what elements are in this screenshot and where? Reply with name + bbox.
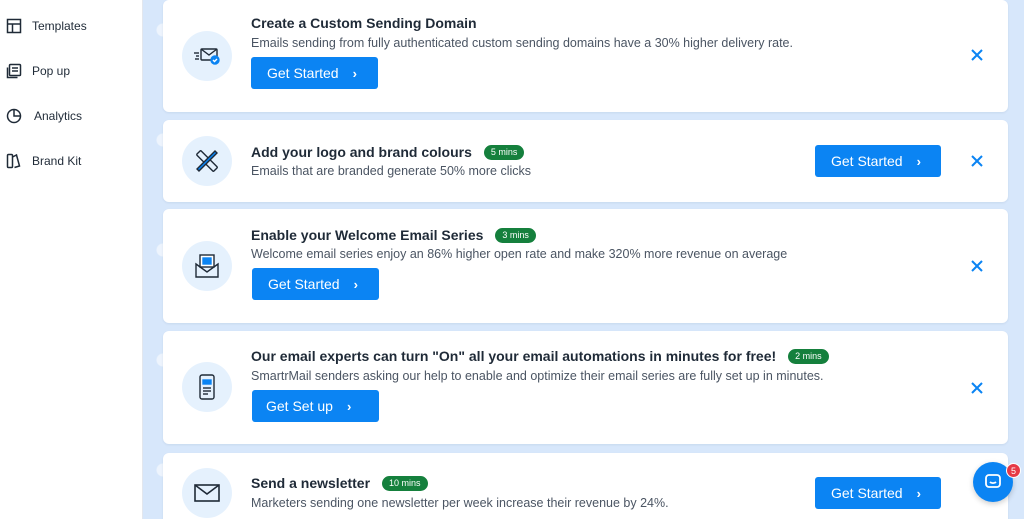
card-title: Create a Custom Sending Domain [251,15,477,31]
get-set-up-button[interactable]: Get Set up › [252,390,379,422]
sidebar-item-label: Templates [32,19,87,33]
card-description: SmartrMail senders asking our help to en… [251,369,824,383]
layout-icon [6,18,22,34]
card-newsletter: Send a newsletter 10 mins Marketers send… [163,453,1008,519]
popup-icon [6,63,22,79]
card-title-row: Send a newsletter 10 mins [251,475,428,491]
design-tools-icon [182,136,232,186]
get-started-button[interactable]: Get Started › [252,268,379,300]
card-title-row: Add your logo and brand colours 5 mins [251,144,525,160]
chevron-right-icon: › [353,276,358,292]
card-title-row: Enable your Welcome Email Series 3 mins [251,227,536,243]
card-brand-colours: Add your logo and brand colours 5 mins E… [163,120,1008,202]
document-icon [182,362,232,412]
button-label: Get Started [831,153,903,169]
chat-icon [983,472,1003,492]
card-description: Emails that are branded generate 50% mor… [251,164,532,178]
close-icon[interactable] [970,48,984,62]
sidebar-item-label: Brand Kit [32,154,82,168]
button-label: Get Started [831,485,903,501]
sidebar-item-analytics[interactable]: Analytics [6,106,82,126]
sidebar: Templates Pop up Analytics Brand Kit [0,0,143,519]
envelope-icon [182,468,232,518]
card-description: Marketers sending one newsletter per wee… [251,496,669,510]
button-label: Get Started [267,65,339,81]
close-icon[interactable] [970,259,984,273]
pie-chart-icon [6,108,22,124]
main-content: Create a Custom Sending Domain Emails se… [143,0,1024,519]
time-badge: 2 mins [788,348,829,364]
sidebar-item-templates[interactable]: Templates [6,16,87,36]
time-badge: 3 mins [495,227,536,243]
card-title: Our email experts can turn "On" all your… [251,348,777,364]
card-custom-domain: Create a Custom Sending Domain Emails se… [163,0,1008,112]
card-title: Add your logo and brand colours [251,144,472,160]
brand-kit-icon [6,153,22,169]
send-mail-icon [182,31,232,81]
sidebar-item-pop-up[interactable]: Pop up [6,61,70,81]
chevron-right-icon: › [916,153,921,169]
card-title: Enable your Welcome Email Series [251,227,484,243]
card-title: Send a newsletter [251,475,371,491]
card-description: Welcome email series enjoy an 86% higher… [251,247,788,261]
time-badge: 5 mins [483,144,525,160]
get-started-button[interactable]: Get Started › [815,145,941,177]
button-label: Get Set up [266,398,333,414]
sidebar-item-brand-kit[interactable]: Brand Kit [6,151,81,171]
sidebar-item-label: Pop up [32,64,71,78]
button-label: Get Started [268,276,340,292]
welcome-mail-icon [182,241,232,291]
sidebar-item-label: Analytics [34,109,83,123]
time-badge: 10 mins [382,475,428,491]
card-welcome-series: Enable your Welcome Email Series 3 mins … [163,209,1008,323]
get-started-button[interactable]: Get Started › [815,477,941,509]
card-email-experts: Our email experts can turn "On" all your… [163,331,1008,444]
chevron-right-icon: › [352,65,357,81]
get-started-button[interactable]: Get Started › [251,57,378,89]
card-title-row: Our email experts can turn "On" all your… [251,348,829,364]
card-title-row: Create a Custom Sending Domain [251,15,477,31]
close-icon[interactable] [970,381,984,395]
chat-notification-badge: 5 [1006,463,1021,478]
card-description: Emails sending from fully authenticated … [251,36,793,50]
close-icon[interactable] [970,154,984,168]
chevron-right-icon: › [346,398,352,414]
chevron-right-icon: › [916,485,921,501]
